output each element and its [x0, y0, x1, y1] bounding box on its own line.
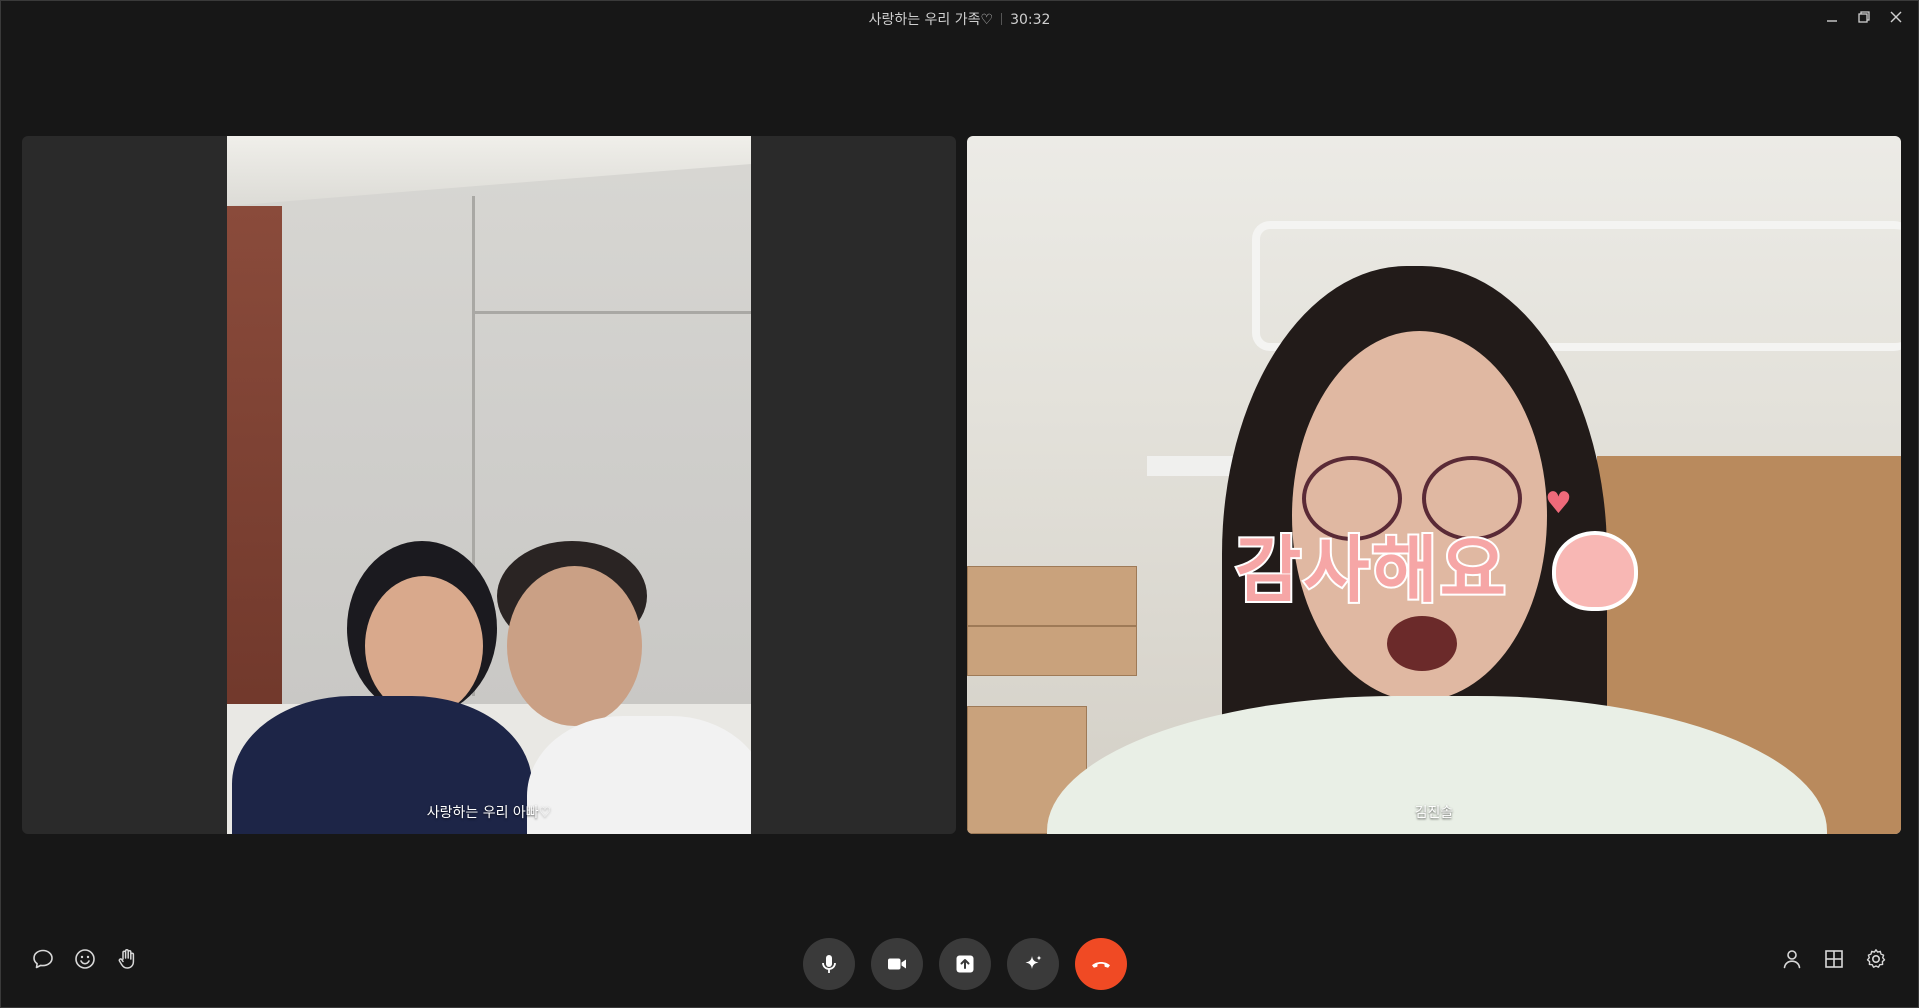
person-icon [1783, 950, 1801, 969]
end-call-button[interactable] [1075, 938, 1127, 990]
share-screen-icon [956, 955, 974, 973]
minimize-button[interactable] [1820, 5, 1844, 29]
participant-tile-dad[interactable]: 사랑하는 우리 아빠♡ [22, 136, 956, 834]
participant-name-label: 김진솔 [1414, 805, 1454, 821]
title-divider [1001, 13, 1003, 25]
grid-icon [1825, 950, 1843, 968]
gear-icon [1866, 949, 1886, 968]
camera-button[interactable] [871, 938, 923, 990]
close-icon [1890, 11, 1902, 23]
chat-bubble-icon [33, 949, 53, 969]
sparkle-icon [1025, 955, 1042, 969]
hang-up-icon [1092, 961, 1110, 968]
participants-button[interactable] [1780, 947, 1804, 971]
participant-name-label: 사랑하는 우리 아빠♡ [426, 805, 552, 821]
smiley-icon [75, 949, 95, 969]
participant-tile-self[interactable]: ♥ 감사해요 김진솔 [967, 136, 1901, 834]
wall-panel-line [472, 311, 751, 314]
layout-button[interactable] [1822, 947, 1846, 971]
peach-character-sticker [1552, 531, 1638, 611]
call-timer: 30:32 [1010, 12, 1051, 28]
window-title-area: 사랑하는 우리 가족♡ 30:32 [1, 9, 1918, 29]
settings-button[interactable] [1864, 947, 1888, 971]
emoji-button[interactable] [73, 947, 97, 971]
bottom-left-toolbar [31, 947, 139, 971]
microphone-button[interactable] [803, 938, 855, 990]
title-bar: 사랑하는 우리 가족♡ 30:32 [1, 1, 1918, 35]
cardboard-box [967, 626, 1137, 676]
person-mouth [1387, 616, 1457, 671]
restore-button[interactable] [1852, 5, 1876, 29]
chat-button[interactable] [31, 947, 55, 971]
person-mom-face [365, 576, 483, 716]
video-call-window: 사랑하는 우리 가족♡ 30:32 사랑하는 우리 아빠♡ ♥ 감사해요 김진솔 [0, 0, 1919, 1008]
hand-icon [118, 949, 135, 969]
participant-video-feed [227, 136, 751, 834]
call-controls [803, 938, 1127, 990]
thanks-sticker-text: 감사해요 [1233, 526, 1508, 614]
window-controls [1820, 5, 1908, 29]
close-button[interactable] [1884, 5, 1908, 29]
restore-icon [1858, 11, 1870, 23]
chat-room-title: 사랑하는 우리 가족♡ [868, 12, 994, 28]
share-screen-button[interactable] [939, 938, 991, 990]
video-camera-icon [888, 958, 906, 970]
person-dad-face [507, 566, 642, 726]
effects-button[interactable] [1007, 938, 1059, 990]
bottom-right-toolbar [1780, 947, 1888, 971]
cardboard-box [967, 566, 1137, 626]
heart-sticker: ♥ [1545, 486, 1572, 521]
minimize-icon [1827, 20, 1837, 22]
raise-hand-button[interactable] [115, 947, 139, 971]
participant-video-feed: ♥ 감사해요 [967, 136, 1901, 834]
microphone-icon [822, 955, 836, 973]
video-ceiling [227, 136, 751, 206]
